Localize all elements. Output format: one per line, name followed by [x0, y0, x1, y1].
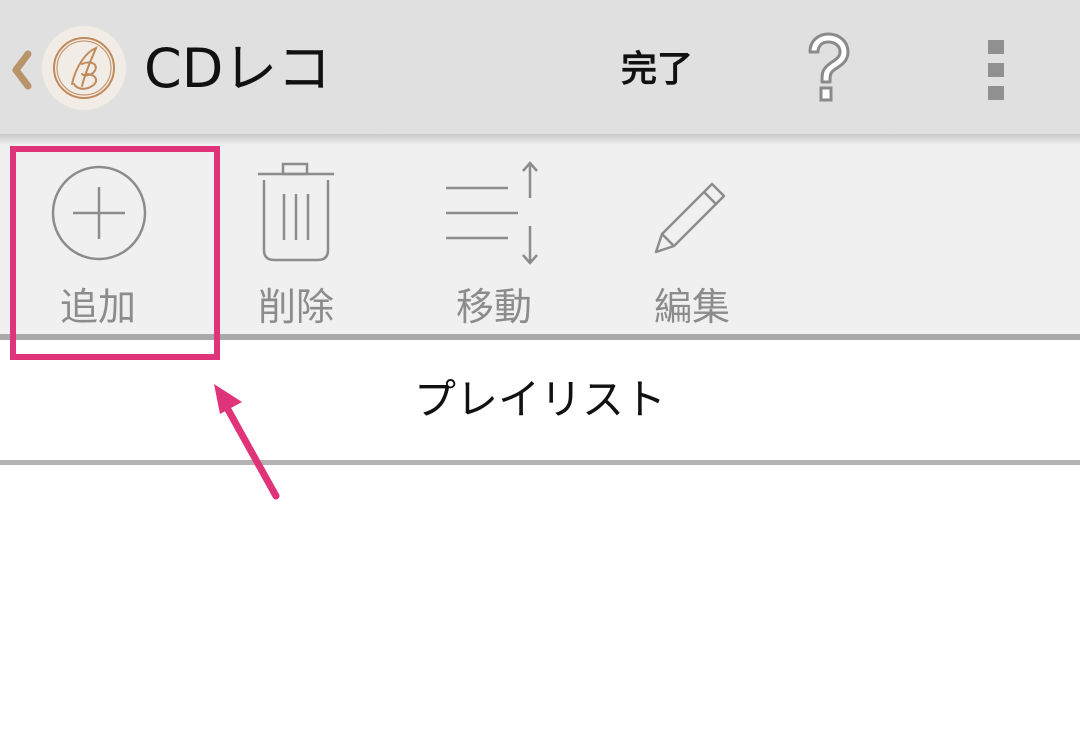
move-button[interactable]: 移動	[396, 144, 592, 334]
playlist-list	[0, 465, 1080, 732]
done-button[interactable]: 完了	[600, 40, 714, 100]
edit-label: 編集	[653, 285, 730, 329]
reorder-icon	[446, 161, 538, 265]
annotation-arrow-icon	[214, 384, 280, 500]
delete-label: 削除	[257, 285, 334, 329]
move-label: 移動	[455, 285, 532, 329]
question-mark-icon[interactable]	[800, 30, 856, 110]
section-title: プレイリスト	[413, 375, 666, 424]
annotation-highlight-box	[10, 146, 220, 360]
delete-button[interactable]: 削除	[198, 144, 394, 334]
trash-icon	[258, 162, 334, 262]
chevron-left-icon[interactable]	[10, 50, 32, 90]
action-bar: CDレコ 完了	[0, 0, 1080, 134]
app-logo[interactable]	[42, 26, 126, 110]
action-bar-shadow	[0, 134, 1080, 144]
app-logo-monogram-icon	[53, 37, 115, 99]
overflow-menu-icon[interactable]	[984, 38, 1008, 102]
pencil-icon	[654, 182, 726, 254]
app-title: CDレコ	[144, 37, 332, 100]
edit-button[interactable]: 編集	[594, 144, 790, 334]
